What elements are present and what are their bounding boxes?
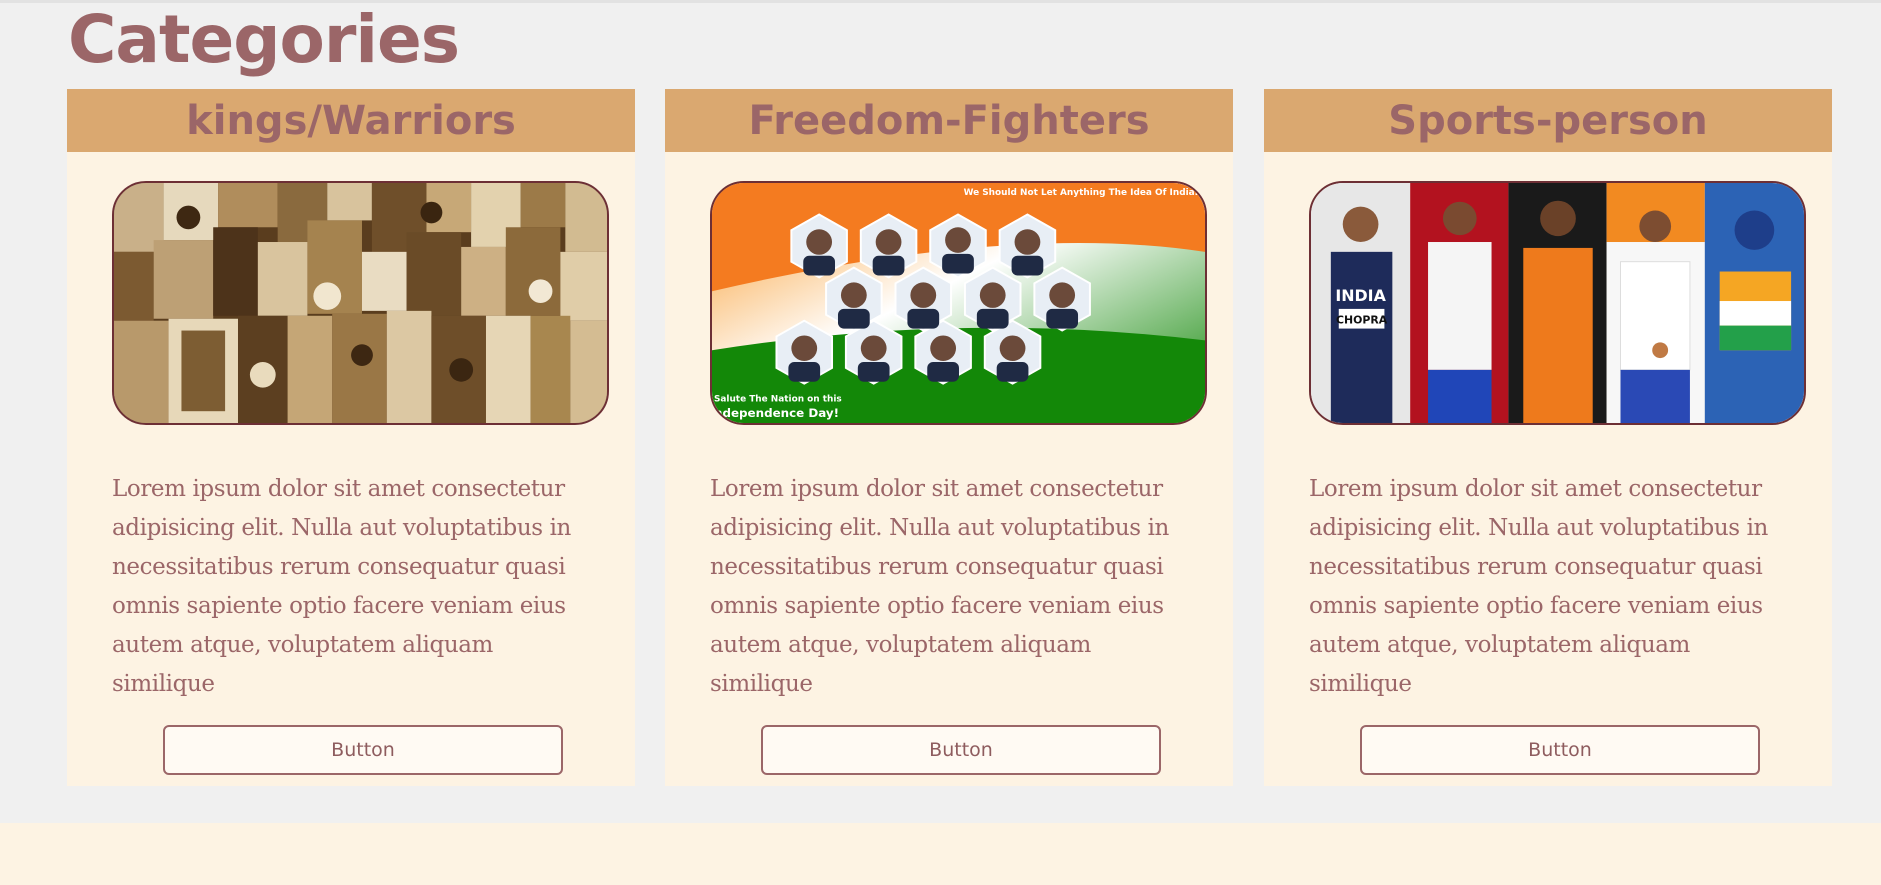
card-header: kings/Warriors: [67, 89, 635, 152]
card-button[interactable]: Button: [163, 725, 563, 775]
jersey-text: INDIA: [1335, 286, 1386, 305]
card-title: Freedom-Fighters: [748, 97, 1150, 144]
category-card-kings-warriors: kings/Warriors Lorem ipsum dolor sit ame…: [67, 89, 635, 786]
bib-text: CHOPRA: [1336, 314, 1388, 327]
section-title: Categories: [68, 1, 460, 78]
footer-band: [0, 823, 1881, 885]
image-caption-bottom-1: Salute The Nation on this: [714, 394, 842, 404]
card-image-sports-person: INDIA CHOPRA: [1309, 181, 1806, 425]
card-header: Sports-person: [1264, 89, 1832, 152]
sepia-collage-image: [114, 183, 607, 423]
card-button[interactable]: Button: [1360, 725, 1760, 775]
card-button[interactable]: Button: [761, 725, 1161, 775]
card-description: Lorem ipsum dolor sit amet consectetur a…: [112, 476, 571, 697]
card-image-kings-warriors: [112, 181, 609, 425]
image-caption-top: We Should Not Let Anything The Idea Of I…: [964, 188, 1198, 198]
card-title: kings/Warriors: [186, 97, 516, 144]
card-description: Lorem ipsum dolor sit amet consectetur a…: [710, 476, 1169, 697]
category-cards: kings/Warriors Lorem ipsum dolor sit ame…: [67, 89, 1832, 786]
category-card-freedom-fighters: Freedom-Fighters We Should Not Let Anyth…: [665, 89, 1233, 786]
athletes-collage-image: INDIA CHOPRA: [1311, 183, 1804, 423]
card-title: Sports-person: [1388, 97, 1708, 144]
image-caption-bottom-2: ndependence Day!: [714, 406, 839, 420]
card-image-freedom-fighters: We Should Not Let Anything The Idea Of I…: [710, 181, 1207, 425]
category-card-sports-person: Sports-person INDIA CHOPRA Lorem ipsum d…: [1264, 89, 1832, 786]
card-header: Freedom-Fighters: [665, 89, 1233, 152]
card-description: Lorem ipsum dolor sit amet consectetur a…: [1309, 476, 1768, 697]
freedom-fighters-image: We Should Not Let Anything The Idea Of I…: [712, 183, 1205, 423]
